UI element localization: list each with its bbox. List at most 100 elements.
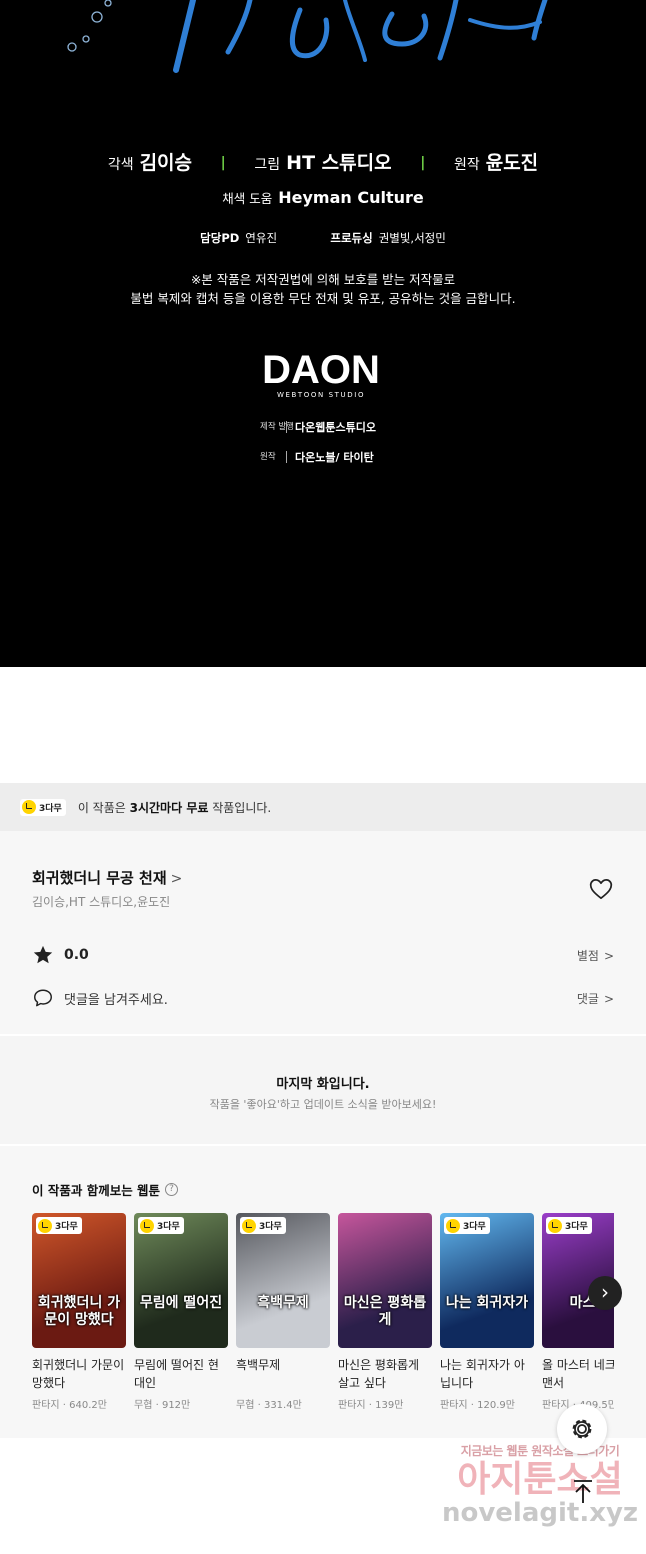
free-info-banner: 3다무 이 작품은 3시간마다 무료 작품입니다. — [0, 783, 646, 831]
series-title-link[interactable]: 회귀했더니 무공 천재 > — [32, 867, 182, 888]
genre: 무협 — [236, 1400, 255, 1411]
scroll-top-button[interactable] — [563, 1472, 603, 1512]
original-name: 윤도진 — [485, 152, 539, 174]
staff-credits: 담당PD 연유진 프로듀싱 권별빛,서정민 — [0, 230, 646, 246]
cover-thumbnail: 3다무흑백무제 — [236, 1213, 330, 1348]
color-credit: 채색 도움 Heyman Culture — [0, 188, 646, 207]
recommendation-meta: 판타지 · 640.2만 — [32, 1396, 126, 1411]
free-interval: 3시간마다 무료 — [129, 800, 209, 815]
cover-title-art: 흑백무제 — [257, 1295, 309, 1311]
recommendation-meta: 판타지 · 120.9만 — [440, 1396, 534, 1411]
chevron-right-icon: > — [603, 948, 614, 963]
badge-label: 3다무 — [55, 1222, 78, 1232]
series-authors: 김이승,HT 스튜디오,윤도진 — [32, 895, 171, 909]
star-icon — [33, 945, 53, 964]
last-episode-title: 마지막 화입니다. — [276, 1077, 370, 1092]
writer-name: 김이승 — [139, 152, 193, 174]
cover-thumbnail: 마신은 평화롭게 — [338, 1213, 432, 1348]
recommendation-carousel: 3다무 회귀했더니 가문이 망했다 회귀했더니 가문이 망했다 판타지 · 640.2… — [32, 1213, 614, 1433]
daon-logo-main: DAON — [262, 348, 380, 392]
credit-separator: | — [420, 155, 426, 171]
art-role: 그림 — [254, 157, 281, 173]
wait-free-badge: 3다무 — [138, 1217, 184, 1234]
clock-icon — [140, 1218, 154, 1233]
credits-panel: 각색 김이승 | 그림 HT 스튜디오 | 원작 윤도진 채색 도움 Heyman Cu… — [0, 0, 646, 667]
series-title: 회귀했더니 무공 천재 — [32, 869, 167, 887]
meta-separator: · — [467, 1400, 478, 1411]
recommendation-card[interactable]: 3다무 회귀했더니 가문이 망했다 회귀했더니 가문이 망했다 판타지 · 640.2… — [32, 1213, 126, 1411]
clock-icon — [22, 800, 36, 814]
cover-thumbnail: 3다무무림에 떨어진 — [134, 1213, 228, 1348]
genre: 판타지 — [338, 1400, 366, 1411]
genre: 판타지 — [32, 1400, 60, 1411]
gear-icon — [572, 1419, 592, 1439]
recommendations-heading: 이 작품과 함께보는 웹툰 ? — [32, 1180, 179, 1199]
carousel-next-button[interactable]: › — [588, 1276, 622, 1310]
recommendation-card[interactable]: 마신은 평화롭게마신은 평화롭게 살고 싶다판타지 · 139만 — [338, 1213, 432, 1411]
recommendation-card[interactable]: 3다무 나는 회귀자가 나는 회귀자가 아닙니다 판타지 · 120.9만 — [440, 1213, 534, 1411]
rating-row: 0.0 별점 > — [32, 944, 614, 966]
recommendation-card[interactable]: 3다무 무림에 떨어진 무림에 떨어진 현대인 무협 · 912만 — [134, 1213, 228, 1411]
series-info: 회귀했더니 무공 천재 > 김이승,HT 스튜디오,윤도진 0.0 별점 > 댓글을… — [0, 831, 646, 1034]
original-publisher-row: 원작 다온노블/ 타이탄 — [260, 449, 374, 465]
heart-outline-icon[interactable] — [588, 876, 614, 902]
recommendation-title: 올 마스터 네크로맨서 — [542, 1358, 614, 1390]
meta-separator: · — [365, 1400, 376, 1411]
producing-role: 프로듀싱 — [330, 231, 373, 245]
recommendation-meta: 판타지 · 139만 — [338, 1396, 432, 1411]
free-info-text: 이 작품은 3시간마다 무료 작품입니다. — [77, 800, 272, 815]
recommendation-meta: 무협 · 331.4만 — [236, 1396, 330, 1411]
genre: 무협 — [134, 1400, 153, 1411]
last-episode-subtitle: 작품을 '좋아요'하고 업데이트 소식을 받아보세요! — [209, 1098, 437, 1111]
production-value: 다온웹툰스튜디오 — [295, 421, 376, 434]
help-icon[interactable]: ? — [165, 1183, 179, 1196]
cover-title-art: 나는 회귀자가 — [445, 1295, 529, 1311]
recommendations: 이 작품과 함께보는 웹툰 ? 3다무 회귀했더니 가문이 망했다 회귀했더니 가문… — [0, 1146, 646, 1438]
view-count: 640.2만 — [69, 1400, 107, 1411]
comment-link[interactable]: 댓글 > — [577, 990, 614, 1007]
last-episode-notice: 마지막 화입니다. 작품을 '좋아요'하고 업데이트 소식을 받아보세요! — [0, 1036, 646, 1144]
clock-icon — [548, 1218, 562, 1233]
cover-thumbnail: 3다무나는 회귀자가 — [440, 1213, 534, 1348]
divider — [286, 421, 287, 433]
wait-free-badge: 3다무 — [36, 1217, 82, 1234]
production-label: 제작 발행 — [260, 422, 294, 432]
cover-title-art: 무림에 떨어진 — [139, 1295, 223, 1311]
title-brush-art — [67, 0, 548, 73]
badge-label: 3다무 — [565, 1222, 588, 1232]
wait-free-badge: 3다무 — [444, 1217, 490, 1234]
recommendation-meta: 무협 · 912만 — [134, 1396, 228, 1411]
view-count: 912만 — [161, 1400, 191, 1411]
watermark-line3: novelagit.xyz — [441, 1498, 639, 1528]
view-count: 139만 — [375, 1400, 404, 1411]
settings-button[interactable] — [557, 1404, 607, 1454]
badge-label: 3다무 — [463, 1222, 486, 1232]
recommendation-card[interactable]: 3다무흑백무제 흑백무제무협 · 331.4만 — [236, 1213, 330, 1411]
clock-icon — [242, 1218, 256, 1233]
producing-name: 권별빛,서정민 — [378, 231, 446, 245]
production-row: 제작 발행 다온웹툰스튜디오 — [260, 419, 376, 435]
recommendation-card[interactable]: 3다무마스터올 마스터 네크로맨서판타지 · 409.5만 — [542, 1213, 614, 1411]
divider — [286, 451, 287, 463]
badge-label: 3다무 — [157, 1222, 180, 1232]
cover-title-art: 회귀했더니 가문이 망했다 — [37, 1295, 121, 1328]
badge-label: 3다무 — [259, 1222, 282, 1232]
clock-icon — [38, 1218, 52, 1233]
original-role: 원작 — [453, 157, 480, 173]
writer-role: 각색 — [107, 157, 134, 173]
genre: 판타지 — [440, 1400, 468, 1411]
clock-icon — [446, 1218, 460, 1233]
meta-separator: · — [59, 1400, 70, 1411]
comment-placeholder: 댓글을 남겨주세요. — [64, 992, 168, 1008]
main-credits: 각색 김이승 | 그림 HT 스튜디오 | 원작 윤도진 — [0, 148, 646, 175]
badge-label: 3다무 — [39, 803, 62, 814]
color-role: 채색 도움 — [222, 191, 273, 206]
rating-link[interactable]: 별점 > — [577, 947, 614, 964]
recommendation-title: 마신은 평화롭게 살고 싶다 — [338, 1358, 420, 1390]
chevron-right-icon: > — [603, 991, 614, 1006]
recommendation-title: 회귀했더니 가문이 망했다 — [32, 1358, 125, 1390]
chevron-right-icon: > — [170, 871, 183, 887]
copyright-notice-line1: ※본 작품은 저작권법에 의해 보호를 받는 저작물로 — [190, 272, 456, 287]
comment-row[interactable]: 댓글을 남겨주세요. 댓글 > — [32, 987, 614, 1009]
watermark-line2: 아지툰소설 — [457, 1459, 623, 1500]
